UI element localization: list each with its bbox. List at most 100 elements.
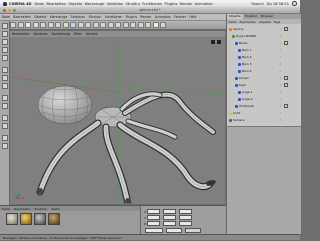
points-mode-icon[interactable] bbox=[1, 67, 8, 73]
search-label[interactable]: Search bbox=[251, 2, 263, 6]
select-icon[interactable] bbox=[25, 22, 31, 28]
editor-viewport[interactable] bbox=[10, 37, 225, 204]
menu-item[interactable]: Animation bbox=[195, 2, 213, 6]
app-menu-item[interactable]: Objekte bbox=[34, 15, 46, 19]
material-menu-item[interactable]: Datei bbox=[2, 207, 10, 211]
object-row[interactable]: Kopf ✓ bbox=[227, 82, 301, 89]
camera-icon[interactable] bbox=[160, 22, 166, 28]
viewport-menu-item[interactable]: Bearbeiten bbox=[12, 32, 30, 36]
coord-size-dropdown[interactable] bbox=[166, 228, 182, 234]
menu-item[interactable]: Struktur bbox=[126, 2, 141, 6]
object-mode-icon[interactable] bbox=[1, 39, 8, 45]
cube-icon[interactable] bbox=[107, 22, 114, 28]
deformer-icon[interactable] bbox=[137, 22, 144, 28]
position-y-field[interactable] bbox=[146, 215, 160, 221]
material-menu-item[interactable]: Funktion bbox=[35, 207, 48, 211]
apple-icon[interactable] bbox=[3, 1, 7, 6]
app-menu-item[interactable]: Plugins bbox=[126, 15, 137, 19]
app-menu-item[interactable]: Hilfe bbox=[189, 15, 196, 19]
viewport-move-icon[interactable] bbox=[211, 40, 215, 44]
app-menu-item[interactable]: Bearbeiten bbox=[13, 15, 31, 19]
app-menu-item[interactable]: Fenster bbox=[174, 15, 186, 19]
object-row[interactable]: Bein 1 ✓ bbox=[227, 47, 301, 54]
coordinate-system-icon[interactable] bbox=[77, 22, 84, 28]
object-row[interactable]: Körper ✓ bbox=[227, 75, 301, 82]
om-menu-item[interactable]: Tags bbox=[274, 20, 281, 24]
size-x-field[interactable] bbox=[163, 209, 177, 215]
make-editable-icon[interactable] bbox=[1, 23, 8, 29]
axis-mode-icon[interactable] bbox=[1, 55, 8, 61]
material-menu-item[interactable]: Textur bbox=[51, 207, 60, 211]
object-row[interactable]: Bein 3 ✓ bbox=[227, 61, 301, 68]
size-y-field[interactable] bbox=[162, 215, 176, 221]
layout-icon[interactable] bbox=[1, 143, 8, 149]
om-menu-item[interactable]: Datei bbox=[229, 20, 237, 24]
scene-icon[interactable] bbox=[145, 22, 151, 28]
material-menu-item[interactable]: Bearbeiten bbox=[14, 207, 30, 211]
menu-item[interactable]: Render bbox=[180, 2, 193, 6]
app-menu-item[interactable]: Datei bbox=[2, 15, 11, 19]
app-menu-item[interactable]: Werkzeuge bbox=[50, 15, 68, 19]
menu-item[interactable]: Objekte bbox=[68, 2, 82, 6]
menu-item[interactable]: Datei bbox=[35, 2, 45, 6]
soft-selection-icon[interactable] bbox=[1, 115, 8, 121]
om-menu-item[interactable]: Objekte bbox=[259, 20, 271, 24]
app-name[interactable]: CINEMA 4D bbox=[9, 2, 32, 6]
object-row[interactable]: Spinne ✓ bbox=[227, 26, 301, 33]
animation-mode-icon[interactable] bbox=[1, 123, 8, 129]
menu-item[interactable]: Funktionen bbox=[142, 2, 162, 6]
render-view-icon[interactable] bbox=[85, 22, 91, 28]
rotation-h-field[interactable] bbox=[179, 209, 193, 215]
scale-icon[interactable] bbox=[40, 22, 46, 28]
redo-icon[interactable] bbox=[17, 22, 24, 28]
tweak-mode-icon[interactable] bbox=[1, 135, 8, 141]
snap-icon[interactable] bbox=[1, 95, 8, 101]
minimize-window-icon[interactable] bbox=[8, 8, 11, 12]
object-row[interactable]: Bein 2 ✓ bbox=[227, 54, 301, 61]
app-menu-item[interactable]: Funktionen bbox=[105, 15, 123, 19]
menu-item[interactable]: Selektion bbox=[107, 2, 124, 6]
object-row[interactable]: Auge.2 ✓ bbox=[227, 96, 301, 103]
model-mode-icon[interactable] bbox=[1, 31, 8, 37]
material-thumbnail[interactable] bbox=[20, 213, 32, 225]
app-menu-item[interactable]: Animation bbox=[155, 15, 171, 19]
viewport-menu-item[interactable]: Filter bbox=[74, 32, 82, 36]
y-axis-lock-icon[interactable] bbox=[62, 22, 69, 28]
light-icon[interactable] bbox=[152, 22, 159, 28]
position-x-field[interactable] bbox=[147, 209, 161, 215]
position-z-field[interactable] bbox=[147, 221, 161, 227]
zoom-window-icon[interactable] bbox=[13, 8, 16, 12]
viewport-menu-item[interactable]: Kameras bbox=[34, 32, 48, 36]
app-menu-item[interactable]: Render bbox=[140, 15, 151, 19]
object-row[interactable]: Licht ✓ bbox=[227, 110, 301, 117]
menu-item[interactable]: Plugins bbox=[164, 2, 177, 6]
undo-icon[interactable] bbox=[10, 22, 16, 28]
menu-item[interactable]: Werkzeuge bbox=[84, 2, 104, 6]
rotation-b-field[interactable] bbox=[179, 221, 193, 227]
move-icon[interactable] bbox=[32, 22, 39, 28]
close-window-icon[interactable] bbox=[3, 8, 6, 12]
apply-button[interactable] bbox=[185, 228, 201, 234]
object-row[interactable]: Kamera ✓ bbox=[227, 117, 301, 124]
object-row[interactable]: Hinterleib ✓ bbox=[227, 103, 301, 110]
workplane-icon[interactable] bbox=[1, 103, 8, 109]
spotlight-icon[interactable] bbox=[292, 1, 297, 6]
pen-spline-icon[interactable] bbox=[115, 22, 121, 28]
material-thumbnail[interactable] bbox=[34, 213, 46, 225]
rotation-p-field[interactable] bbox=[178, 215, 192, 221]
material-thumbnail[interactable] bbox=[48, 213, 60, 225]
render-picture-viewer-icon[interactable] bbox=[92, 22, 99, 28]
coord-mode-dropdown[interactable] bbox=[145, 228, 163, 234]
size-z-field[interactable] bbox=[163, 221, 177, 227]
object-row[interactable]: Auge.1 ✓ bbox=[227, 89, 301, 96]
polygons-mode-icon[interactable] bbox=[1, 83, 8, 89]
edges-mode-icon[interactable] bbox=[1, 75, 8, 81]
object-row[interactable]: Hyper-NURBS ✓ bbox=[227, 33, 301, 40]
array-icon[interactable] bbox=[130, 22, 136, 28]
nurbs-icon[interactable] bbox=[122, 22, 129, 28]
render-settings-icon[interactable] bbox=[100, 22, 106, 28]
om-menu-item[interactable]: Bearbeiten bbox=[240, 20, 256, 24]
texture-mode-icon[interactable] bbox=[1, 47, 8, 53]
viewport-menu-item[interactable]: Ansicht bbox=[86, 32, 98, 36]
object-row[interactable]: Beine ✓ bbox=[227, 40, 301, 47]
